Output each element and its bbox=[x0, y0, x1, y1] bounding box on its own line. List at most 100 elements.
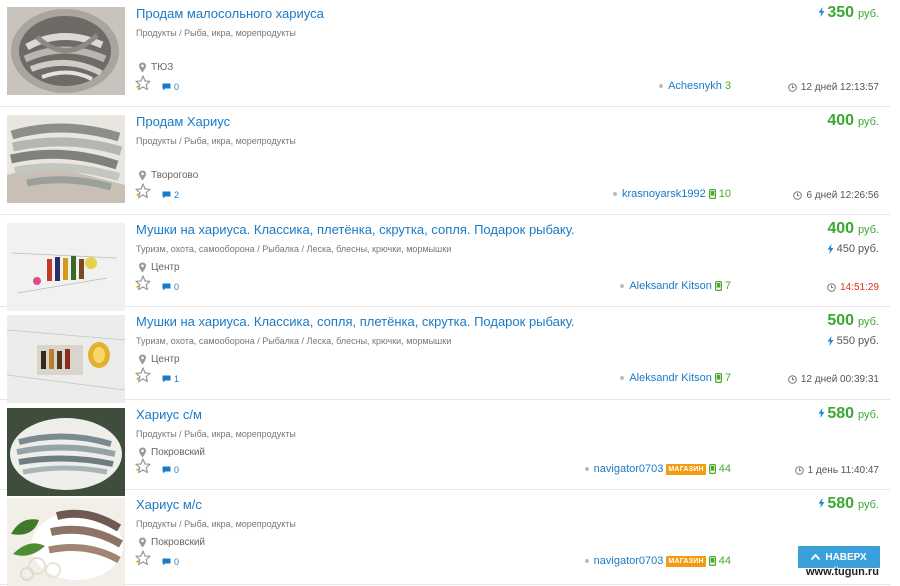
listing-category: Туризм, охота, самооборона / Рыбалка / Л… bbox=[136, 336, 452, 346]
price-currency: руб. bbox=[858, 409, 879, 421]
seller-dot bbox=[620, 284, 625, 288]
price-currency: руб. bbox=[858, 224, 879, 236]
date-text: 12 дней 12:13:57 bbox=[800, 82, 879, 93]
lightning-icon bbox=[818, 498, 825, 508]
price-value: 580 bbox=[827, 495, 855, 512]
comments-count[interactable]: 0 bbox=[162, 557, 179, 567]
comments-number: 0 bbox=[174, 282, 180, 292]
favorite-star-icon[interactable] bbox=[135, 550, 151, 566]
favorite-star-icon[interactable] bbox=[135, 458, 151, 474]
comments-count[interactable]: 0 bbox=[162, 282, 179, 292]
listing-category: Продукты / Рыба, икра, морепродукты bbox=[136, 28, 296, 38]
price-value: 400 bbox=[827, 220, 855, 237]
back-to-top-button[interactable]: НАВЕРХ bbox=[798, 546, 880, 568]
date-text: 14:51:29 bbox=[840, 282, 879, 293]
seller-name-link[interactable]: Aleksandr Kitson bbox=[629, 280, 712, 292]
comments-count[interactable]: 2 bbox=[162, 190, 179, 200]
map-pin-icon bbox=[139, 537, 146, 548]
listing-date: 6 дней 12:26:56 bbox=[793, 190, 879, 201]
seller-name-link[interactable]: Aleksandr Kitson bbox=[629, 372, 712, 384]
seller-dot bbox=[620, 376, 625, 380]
listing-title-link[interactable]: Хариус м/с bbox=[136, 497, 202, 512]
listing-title-link[interactable]: Продам малосольного хариуса bbox=[136, 6, 324, 21]
listing-title-link[interactable]: Мушки на хариуса. Классика, плетёнка, ск… bbox=[136, 222, 575, 237]
listing-row: Хариус м/с Продукты / Рыба, икра, морепро… bbox=[0, 491, 890, 586]
listing-photo[interactable] bbox=[7, 408, 125, 496]
price-value: 350 bbox=[827, 4, 855, 21]
site-watermark: www.tugun.ru bbox=[806, 566, 879, 578]
seller-info: navigator0703 МАГАЗИН 44 bbox=[584, 555, 731, 567]
clock-icon bbox=[794, 466, 804, 475]
listing-location: Центр bbox=[138, 354, 180, 365]
seller-info: navigator0703 МАГАЗИН 44 bbox=[584, 463, 731, 475]
listing-price: 400 руб. bbox=[827, 220, 879, 238]
comments-count[interactable]: 0 bbox=[162, 82, 179, 92]
location-name: Покровский bbox=[151, 537, 205, 548]
phone-icon bbox=[708, 464, 716, 474]
listing-price: 350 руб. bbox=[818, 4, 879, 22]
listing-date: 1 день 11:40:47 bbox=[794, 465, 879, 476]
listing-photo[interactable] bbox=[7, 498, 125, 586]
map-pin-icon bbox=[139, 262, 146, 273]
lightning-icon bbox=[827, 336, 834, 346]
seller-dot bbox=[659, 84, 664, 88]
seller-name-link[interactable]: navigator0703 bbox=[594, 463, 664, 475]
listing-photo[interactable] bbox=[7, 315, 125, 403]
alt-price-text: 450 руб. bbox=[836, 243, 879, 255]
comments-count[interactable]: 0 bbox=[162, 465, 179, 475]
clock-icon bbox=[793, 191, 803, 200]
listing-category: Продукты / Рыба, икра, морепродукты bbox=[136, 429, 296, 439]
seller-name-link[interactable]: krasnoyarsk1992 bbox=[622, 188, 706, 200]
favorite-star-icon[interactable] bbox=[135, 367, 151, 383]
listing-price-alt: 450 руб. bbox=[827, 243, 879, 255]
listing-location: Покровский bbox=[138, 447, 205, 458]
listing-price: 580 руб. bbox=[818, 405, 879, 423]
listing-title-link[interactable]: Продам Хариус bbox=[136, 114, 230, 129]
alt-price-text: 550 руб. bbox=[836, 335, 879, 347]
location-name: ТЮЗ bbox=[151, 62, 174, 73]
listing-date: 14:51:29 bbox=[827, 282, 879, 293]
location-name: Центр bbox=[151, 262, 180, 273]
listing-date: 12 дней 12:13:57 bbox=[788, 82, 879, 93]
comment-icon bbox=[162, 191, 171, 199]
phone-icon bbox=[714, 373, 722, 383]
date-text: 1 день 11:40:47 bbox=[807, 465, 879, 476]
seller-name-link[interactable]: Achesnykh bbox=[668, 80, 722, 92]
location-name: Покровский bbox=[151, 447, 205, 458]
clock-icon bbox=[788, 83, 797, 92]
shop-badge: МАГАЗИН bbox=[666, 555, 706, 567]
listing-date: 12 дней 00:39:31 bbox=[788, 374, 879, 385]
listing-photo[interactable] bbox=[7, 7, 125, 95]
price-currency: руб. bbox=[858, 499, 879, 511]
price-value: 400 bbox=[827, 112, 855, 129]
lightning-icon bbox=[818, 7, 825, 17]
map-pin-icon bbox=[139, 447, 146, 458]
listing-photo[interactable] bbox=[7, 115, 125, 203]
seller-name-link[interactable]: navigator0703 bbox=[594, 555, 664, 567]
date-text: 6 дней 12:26:56 bbox=[806, 190, 879, 201]
listing-row: Хариус с/м Продукты / Рыба, икра, морепро… bbox=[0, 401, 890, 496]
comment-icon bbox=[162, 375, 171, 383]
listing-price: 500 руб. bbox=[827, 312, 879, 330]
listing-title-link[interactable]: Мушки на хариуса. Классика, сопля, плетё… bbox=[136, 314, 575, 329]
phone-icon bbox=[708, 189, 716, 199]
comment-icon bbox=[162, 558, 171, 566]
seller-info: Achesnykh 3 bbox=[659, 80, 731, 92]
seller-dot bbox=[584, 467, 589, 471]
listing-title-link[interactable]: Хариус с/м bbox=[136, 407, 202, 422]
comments-number: 2 bbox=[174, 190, 180, 200]
favorite-star-icon[interactable] bbox=[135, 75, 151, 91]
favorite-star-icon[interactable] bbox=[135, 275, 151, 291]
phone-icon bbox=[708, 556, 716, 566]
listing-photo[interactable] bbox=[7, 223, 125, 311]
comment-icon bbox=[162, 283, 171, 291]
listing-row: Продам малосольного хариуса Продукты / Ры… bbox=[0, 0, 890, 107]
seller-rating: 44 bbox=[718, 555, 731, 567]
clock-icon bbox=[827, 283, 836, 292]
listing-location: Покровский bbox=[138, 537, 205, 548]
phone-icon bbox=[714, 281, 722, 291]
favorite-star-icon[interactable] bbox=[135, 183, 151, 199]
map-pin-icon bbox=[139, 170, 146, 181]
listing-location: Творогово bbox=[138, 170, 198, 181]
comments-count[interactable]: 1 bbox=[162, 374, 179, 384]
